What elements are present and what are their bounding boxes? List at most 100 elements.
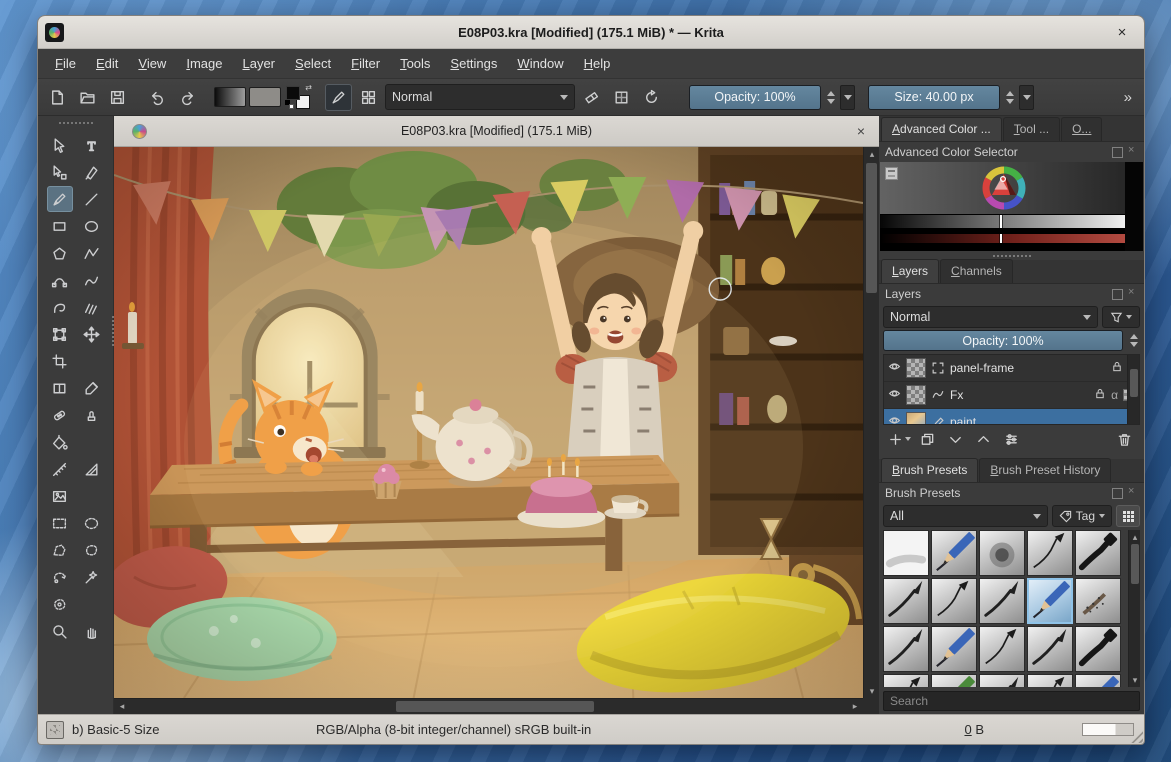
layer-opacity-slider[interactable]: Opacity: 100% [883, 330, 1123, 351]
tab-advanced-color-selector[interactable]: Advanced Color ... [881, 117, 1002, 141]
float-docker-icon[interactable] [1112, 289, 1123, 300]
undo-button[interactable] [144, 84, 171, 111]
tool-measure[interactable] [47, 456, 73, 482]
tool-line[interactable] [79, 186, 105, 212]
brush-preset-ink[interactable] [1027, 530, 1073, 576]
scroll-left-arrow[interactable]: ◂ [114, 699, 130, 713]
tab-layers[interactable]: Layers [881, 259, 939, 283]
close-docker-icon[interactable] [1127, 147, 1138, 158]
tool-select-freehand[interactable] [79, 537, 105, 563]
brush-preset-soft[interactable] [979, 530, 1025, 576]
brush-preset-pen[interactable] [1027, 626, 1073, 672]
edit-brush-settings-button[interactable] [325, 84, 352, 111]
canvas-vertical-scrollbar[interactable]: ▴ ▾ [863, 147, 879, 698]
layers-docker-header[interactable]: Layers [879, 284, 1144, 304]
tool-transform[interactable] [47, 321, 73, 347]
brush-preset-marker[interactable] [1075, 530, 1121, 576]
menu-settings[interactable]: Settings [441, 52, 506, 75]
foreground-background-colors[interactable]: ⇄ [284, 84, 312, 110]
workspace-chooser-button[interactable] [355, 84, 382, 111]
new-document-button[interactable] [44, 84, 71, 111]
tool-calligraphy[interactable] [79, 159, 105, 185]
tool-crop[interactable] [47, 348, 73, 374]
size-dropdown-button[interactable] [1019, 85, 1034, 110]
menu-image[interactable]: Image [177, 52, 231, 75]
blending-mode-select[interactable]: Normal [385, 84, 575, 110]
tab-brush-presets[interactable]: Brush Presets [881, 458, 978, 482]
menu-filter[interactable]: Filter [342, 52, 389, 75]
tool-bezier-curve[interactable] [47, 267, 73, 293]
float-docker-icon[interactable] [1112, 147, 1123, 158]
tool-pattern-stamp[interactable] [79, 402, 105, 428]
tool-color-sampler[interactable] [79, 375, 105, 401]
tab-tool-options[interactable]: Tool ... [1003, 117, 1060, 141]
layer-row[interactable]: Fx α [884, 382, 1139, 409]
pattern-chooser[interactable] [249, 87, 281, 107]
swap-colors-icon[interactable]: ⇄ [305, 84, 312, 92]
layer-row[interactable]: panel-frame α [884, 355, 1139, 382]
save-button[interactable] [104, 84, 131, 111]
layer-name[interactable]: Fx [950, 388, 1089, 402]
tool-ellipse[interactable] [79, 213, 105, 239]
tool-select-similar[interactable] [79, 564, 105, 590]
tool-select-rectangular[interactable] [47, 510, 73, 536]
menu-edit[interactable]: Edit [87, 52, 127, 75]
brush-preset-ink[interactable] [1027, 674, 1073, 687]
brush-preset-marker[interactable] [1075, 626, 1121, 672]
scroll-up-arrow[interactable]: ▴ [864, 147, 880, 161]
tool-dynamic-brush[interactable] [47, 294, 73, 320]
tool-select-elliptical[interactable] [79, 510, 105, 536]
brush-preset-airbrush[interactable] [1075, 578, 1121, 624]
tool-select-contiguous[interactable] [47, 591, 73, 617]
brush-scroll-thumb[interactable] [1131, 544, 1139, 584]
menu-view[interactable]: View [129, 52, 175, 75]
scroll-up-arrow[interactable]: ▴ [1129, 530, 1141, 544]
horizontal-scroll-thumb[interactable] [396, 701, 594, 712]
float-docker-icon[interactable] [1112, 488, 1123, 499]
tool-smart-patch[interactable] [47, 402, 73, 428]
brush-preset-pencil-green[interactable] [931, 674, 977, 687]
tab-channels[interactable]: Channels [940, 259, 1013, 283]
tool-assistants[interactable] [79, 456, 105, 482]
menu-file[interactable]: File [46, 52, 85, 75]
canvas-horizontal-scrollbar[interactable]: ◂ ▸ [114, 698, 863, 714]
window-close-button[interactable]: × [1112, 22, 1132, 42]
tool-edit-shapes[interactable] [47, 159, 73, 185]
opacity-slider[interactable]: Opacity: 100% [689, 85, 821, 110]
layer-name[interactable]: paint [950, 415, 1123, 425]
add-layer-button[interactable] [887, 428, 911, 450]
layer-visibility-icon[interactable] [888, 387, 901, 403]
scroll-down-arrow[interactable]: ▾ [864, 684, 880, 698]
brush-preset-eraser[interactable] [883, 530, 929, 576]
layer-filter-button[interactable] [1102, 306, 1140, 328]
brush-preset-pencil-blue[interactable] [1027, 578, 1073, 624]
layer-visibility-icon[interactable] [888, 360, 901, 376]
open-document-button[interactable] [74, 84, 101, 111]
color-selector-settings-icon[interactable] [885, 167, 898, 180]
preserve-alpha-button[interactable] [608, 84, 635, 111]
advanced-color-selector[interactable] [880, 162, 1143, 251]
tool-rectangle[interactable] [47, 213, 73, 239]
size-slider[interactable]: Size: 40.00 px [868, 85, 1000, 110]
tool-fill[interactable] [47, 429, 73, 455]
value-column[interactable] [1125, 162, 1143, 251]
layer-scroll-thumb[interactable] [1130, 369, 1138, 397]
opacity-dropdown-button[interactable] [840, 85, 855, 110]
brush-grid-scrollbar[interactable]: ▴ ▾ [1128, 530, 1140, 687]
layer-thumbnail[interactable] [906, 412, 926, 425]
vertical-scroll-thumb[interactable] [866, 163, 877, 293]
subwindow-titlebar[interactable]: E08P03.kra [Modified] (175.1 MiB) × [114, 116, 879, 147]
brush-preset-ink[interactable] [883, 674, 929, 687]
reload-preset-button[interactable] [638, 84, 665, 111]
layer-blending-mode-select[interactable]: Normal [883, 306, 1098, 328]
menu-layer[interactable]: Layer [233, 52, 284, 75]
scroll-down-arrow[interactable]: ▾ [1129, 673, 1141, 687]
gradient-chooser[interactable] [214, 87, 246, 107]
layer-thumbnail[interactable] [906, 385, 926, 405]
delete-layer-button[interactable] [1112, 428, 1136, 450]
layer-properties-button[interactable] [999, 428, 1023, 450]
tool-freehand-path[interactable] [79, 267, 105, 293]
default-colors-icon[interactable] [285, 100, 294, 109]
layer-thumbnail[interactable] [906, 358, 926, 378]
tool-reference-images[interactable] [47, 483, 73, 509]
